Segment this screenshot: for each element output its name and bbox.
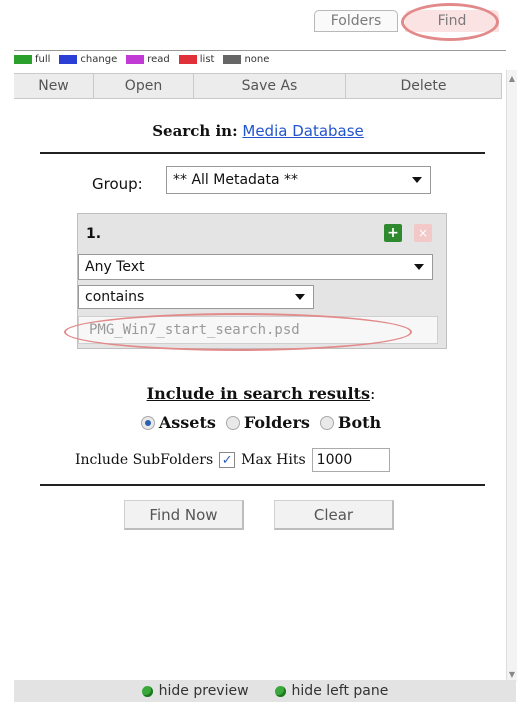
radio-unselected-icon[interactable] [319,415,334,430]
subfolders-row: Include SubFolders ✓ Max Hits 1000 [75,448,390,472]
legend-change: change [59,54,117,65]
legend-swatch [59,54,78,64]
divider [40,152,485,154]
green-dot-icon [274,685,286,697]
include-title-text: Include in search results [146,384,371,403]
include-title: Include in search results: [146,384,376,403]
legend-full: full [14,54,50,65]
max-hits-label: Max Hits [241,452,306,468]
criteria-number: 1. [86,226,102,242]
legend-none: none [223,54,269,65]
operator-select-value: contains [85,289,145,305]
operator-select[interactable]: contains [78,285,314,309]
legend-swatch [14,54,32,64]
chevron-down-icon [414,264,424,270]
include-subfolders-checkbox[interactable]: ✓ [219,452,236,468]
search-in-row: Search in: Media Database [14,122,502,140]
delete-button[interactable]: Delete [346,74,502,98]
legend-read: read [126,54,170,65]
search-in-label: Search in: [152,122,238,140]
result-type-radio-group: Assets Folders Both [0,413,522,432]
legend-list: list [178,54,214,65]
add-criteria-icon[interactable]: + [384,224,402,242]
toolbar: New Open Save As Delete [14,73,502,99]
radio-assets[interactable]: Assets [140,413,216,432]
legend-swatch [223,54,242,64]
hide-left-pane-link[interactable]: hide left pane [274,683,388,699]
permission-legend: full change read list none [14,50,506,67]
group-select-value: ** All Metadata ** [173,172,299,188]
remove-criteria-icon[interactable]: × [414,224,432,242]
max-hits-input[interactable]: 1000 [311,448,390,472]
legend-swatch [126,54,145,64]
tab-find[interactable]: Find [405,10,499,32]
open-button[interactable]: Open [94,74,194,98]
search-value-input[interactable]: PMG_Win7_start_search.psd [78,316,438,344]
save-as-button[interactable]: Save As [194,74,346,98]
group-label: Group: [92,175,143,193]
green-dot-icon [141,685,153,697]
field-select[interactable]: Any Text [78,254,433,280]
radio-selected-icon[interactable] [140,415,155,430]
include-subfolders-label: Include SubFolders [75,452,214,468]
scroll-down-arrow-icon[interactable]: ▼ [507,668,517,680]
radio-both[interactable]: Both [319,413,381,432]
clear-button[interactable]: Clear [274,500,394,530]
find-now-button[interactable]: Find Now [124,500,244,530]
scroll-up-arrow-icon[interactable]: ▲ [507,72,517,84]
vertical-scrollbar[interactable]: ▲ ▼ [506,70,517,682]
radio-folders[interactable]: Folders [225,413,310,432]
legend-swatch [178,54,197,64]
chevron-down-icon [412,177,422,183]
search-criteria-panel: 1. + × Any Text contains PMG_Win7_start_… [77,213,447,349]
footer-bar: hide preview hide left pane [14,680,516,702]
field-select-value: Any Text [85,259,145,275]
hide-preview-link[interactable]: hide preview [141,683,249,699]
media-database-link[interactable]: Media Database [242,122,363,140]
new-button[interactable]: New [14,74,94,98]
radio-unselected-icon[interactable] [225,415,240,430]
chevron-down-icon [295,294,305,300]
group-select[interactable]: ** All Metadata ** [166,166,431,194]
tab-folders[interactable]: Folders [314,10,398,32]
divider [40,484,485,486]
